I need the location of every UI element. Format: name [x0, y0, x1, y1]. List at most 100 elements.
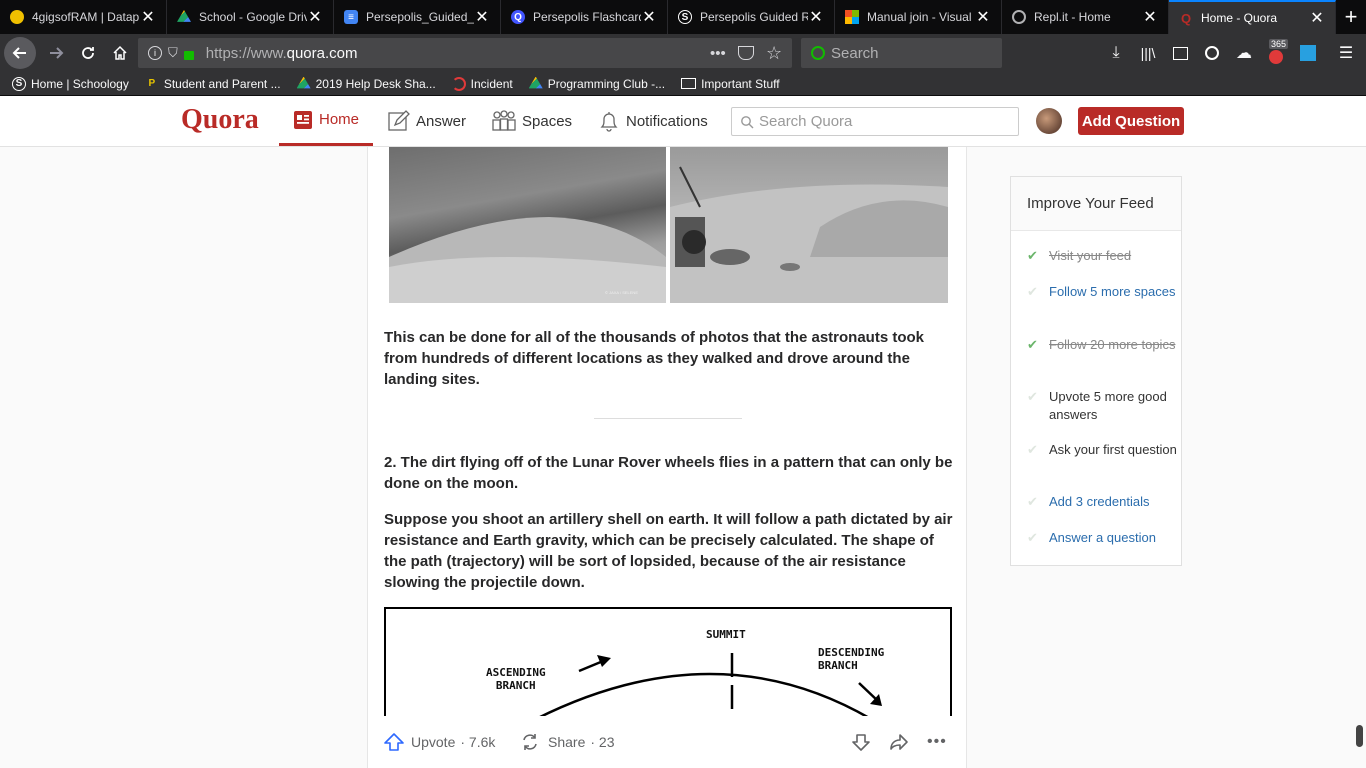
hamburger-icon: ☰: [1338, 45, 1354, 62]
nav-answer[interactable]: Answer: [388, 96, 466, 146]
library-icon: |||\: [1140, 45, 1156, 61]
upvote-button[interactable]: Upvote · 7.6k: [383, 732, 495, 752]
paragraph-1: This can be done for all of the thousand…: [384, 329, 925, 388]
close-tab-icon[interactable]: ✕: [307, 7, 323, 27]
tab-title: School - Google Driv: [199, 10, 307, 24]
feed-item-follow-topics[interactable]: ✔ Follow 20 more topics: [1027, 336, 1177, 354]
bookmark-folder-important[interactable]: Important Stuff: [681, 77, 780, 91]
feed-item-label: Visit your feed: [1049, 248, 1132, 263]
add-question-button[interactable]: Add Question: [1078, 107, 1184, 135]
close-tab-icon[interactable]: ✕: [975, 7, 991, 27]
feed-item-visit-feed[interactable]: ✔ Visit your feed: [1027, 247, 1177, 265]
section-heading-2: 2. The dirt flying off of the Lunar Rove…: [384, 454, 953, 492]
shield-icon[interactable]: ⛉: [168, 45, 178, 61]
tab-quizlet[interactable]: Q Persepolis Flashcard ✕: [501, 0, 668, 34]
feed-item-follow-spaces[interactable]: ✔ Follow 5 more spaces: [1027, 283, 1177, 301]
info-icon[interactable]: i: [148, 46, 162, 60]
more-options-button[interactable]: •••: [927, 733, 947, 751]
search-bar[interactable]: Search: [801, 38, 1002, 68]
check-icon: ✔: [1027, 337, 1038, 352]
bookmark-star-icon[interactable]: ☆: [766, 43, 782, 64]
improve-feed-panel: Improve Your Feed ✔ Visit your feed ✔ Foll…: [1010, 176, 1182, 566]
close-tab-icon[interactable]: ✕: [140, 7, 156, 27]
feed-item-add-credentials[interactable]: ✔ Add 3 credentials: [1027, 493, 1177, 511]
quora-search-placeholder: Search Quora: [759, 113, 853, 130]
cloud-extension-button[interactable]: [1292, 34, 1324, 72]
sidebar-button[interactable]: [1164, 34, 1196, 72]
close-tab-icon[interactable]: ✕: [641, 7, 657, 27]
quora-search-input[interactable]: Search Quora: [731, 107, 1019, 136]
check-icon: ✔: [1027, 248, 1038, 263]
office-extension-button[interactable]: 365: [1260, 34, 1292, 72]
close-tab-icon[interactable]: ✕: [808, 7, 824, 27]
tab-google-doc[interactable]: ≡ Persepolis_Guided_R ✕: [334, 0, 501, 34]
nav-spaces-label: Spaces: [522, 112, 573, 130]
office-icon: [1269, 50, 1283, 64]
avatar[interactable]: [1036, 108, 1062, 134]
microsoft-icon: [845, 10, 859, 24]
tab-google-drive[interactable]: School - Google Driv ✕: [167, 0, 334, 34]
feed-item-answer-question[interactable]: ✔ Answer a question: [1027, 529, 1177, 547]
tab-quora[interactable]: Q Home - Quora ✕: [1169, 0, 1336, 34]
bookmark-label: Important Stuff: [701, 76, 780, 91]
tab-replit[interactable]: Repl.it - Home ✕: [1002, 0, 1169, 34]
quora-logo[interactable]: Quora: [181, 104, 259, 136]
page-actions-icon[interactable]: •••: [710, 45, 726, 62]
folder-icon: [681, 78, 697, 89]
bookmark-student-parent[interactable]: P Student and Parent ...: [145, 77, 281, 91]
pocket-icon[interactable]: [738, 46, 754, 60]
library-button[interactable]: |||\: [1132, 34, 1164, 72]
home-button[interactable]: [104, 37, 136, 69]
arrow-left-icon: [12, 47, 26, 59]
new-tab-button[interactable]: +: [1336, 0, 1366, 34]
share-button[interactable]: Share · 23: [520, 732, 614, 752]
badge-count: 365: [1269, 39, 1289, 49]
reload-button[interactable]: [72, 37, 104, 69]
schoology-icon: S: [678, 10, 692, 24]
downloads-button[interactable]: ⤓: [1100, 34, 1132, 72]
downvote-button[interactable]: [851, 732, 871, 752]
check-icon: ✔: [1027, 494, 1038, 509]
downvote-arrow-icon: [852, 734, 870, 751]
page-scrollbar[interactable]: [1356, 725, 1363, 747]
bookmark-help-desk[interactable]: 2019 Help Desk Sha...: [296, 76, 436, 91]
check-icon: ✔: [1027, 530, 1038, 545]
trajectory-diagram: SUMMIT ASCENDING BRANCH DESCENDING BRANC…: [384, 607, 952, 727]
bookmark-label: Incident: [470, 76, 513, 91]
ellipsis-icon: •••: [927, 733, 947, 750]
google-drive-icon: [296, 76, 311, 89]
lock-icon: [183, 50, 194, 60]
google-docs-icon: ≡: [344, 10, 358, 24]
feed-item-upvote-answers[interactable]: ✔ Upvote 5 more good answers: [1027, 388, 1177, 424]
browser-tab-bar: 4gigsofRAM | Datap ✕ School - Google Dri…: [0, 0, 1366, 34]
menu-button[interactable]: ☰: [1330, 34, 1362, 72]
photo-credit: © JAXA / SELENE: [605, 290, 638, 295]
close-tab-icon[interactable]: ✕: [474, 7, 490, 27]
feed-item-ask-question[interactable]: ✔ Ask your first question: [1027, 441, 1177, 459]
lunar-rover-image: [670, 166, 948, 303]
share-cycle-icon: [523, 734, 537, 750]
tab-datapack[interactable]: 4gigsofRAM | Datap ✕: [0, 0, 167, 34]
address-bar[interactable]: i ⛉ https://www. quora.com ••• ☆: [138, 38, 792, 68]
bookmark-programming-club[interactable]: Programming Club -...: [528, 76, 666, 91]
close-tab-icon[interactable]: ✕: [1142, 7, 1158, 27]
upvote-arrow-icon: [384, 733, 404, 751]
nav-home[interactable]: Home: [279, 96, 373, 146]
back-button[interactable]: [4, 37, 36, 69]
close-tab-icon[interactable]: ✕: [1309, 8, 1325, 28]
tab-microsoft[interactable]: Manual join - Visual ✕: [835, 0, 1002, 34]
lunar-photo-left: © JAXA / SELENE: [389, 147, 666, 303]
tab-schoology[interactable]: S Persepolis Guided R ✕: [668, 0, 835, 34]
improve-feed-title: Improve Your Feed: [1011, 177, 1181, 231]
bookmark-label: Programming Club -...: [547, 76, 666, 91]
bookmark-incident[interactable]: Incident: [451, 76, 513, 91]
servicenow-icon: [451, 76, 466, 91]
bookmark-schoology[interactable]: S Home | Schoology: [12, 76, 129, 91]
nav-notifications[interactable]: Notifications: [598, 96, 708, 146]
tab-title: 4gigsofRAM | Datap: [32, 10, 140, 24]
account-button[interactable]: [1196, 34, 1228, 72]
forward-share-button[interactable]: [889, 732, 909, 752]
forward-button[interactable]: [40, 37, 72, 69]
extension-button[interactable]: ☁: [1228, 34, 1260, 72]
nav-spaces[interactable]: Spaces: [492, 96, 572, 146]
